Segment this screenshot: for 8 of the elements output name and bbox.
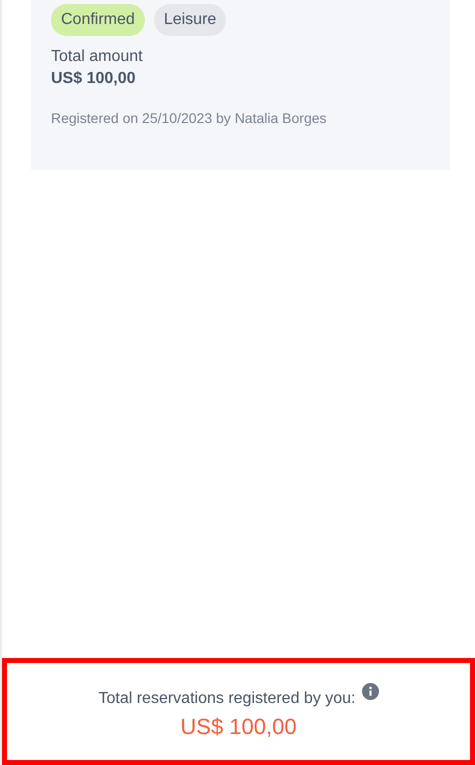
info-icon[interactable] bbox=[362, 683, 378, 700]
tag: Confirmed bbox=[51, 4, 145, 36]
tag: Leisure bbox=[154, 4, 226, 36]
amount-value: US$ 100,00 bbox=[51, 70, 137, 88]
total-value: US$ 100,00 bbox=[180, 714, 297, 740]
amount-label: Total amount bbox=[51, 48, 144, 66]
registered-text: Registered on 25/10/2023 by Natalia Borges bbox=[51, 110, 328, 126]
total-label: Total reservations registered by you: bbox=[98, 690, 356, 708]
